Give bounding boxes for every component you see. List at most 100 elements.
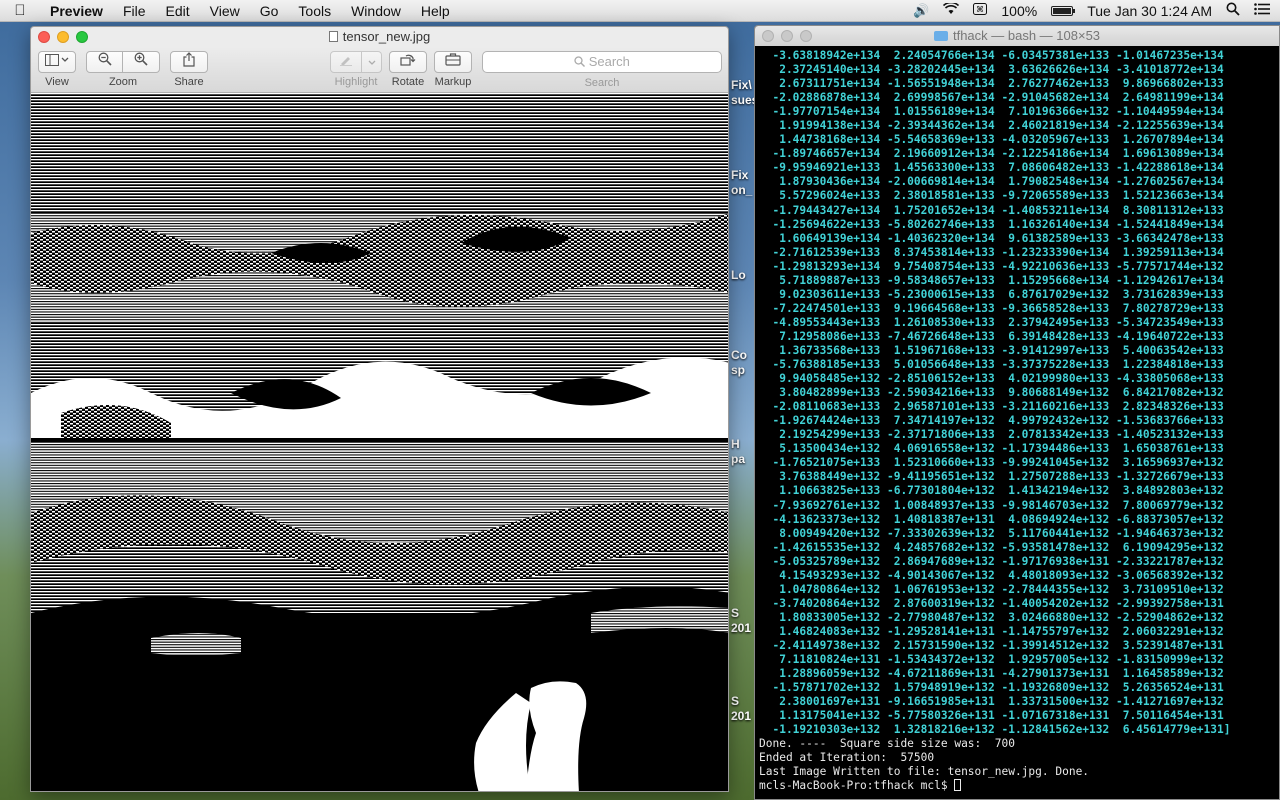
battery-icon[interactable] [1051, 5, 1076, 16]
menu-window[interactable]: Window [341, 0, 411, 22]
view-menu-button[interactable] [38, 51, 76, 73]
minimize-window-button[interactable] [781, 30, 793, 42]
terminal-window-title: tfhack — bash — 108×53 [952, 28, 1101, 43]
close-window-button[interactable] [38, 31, 50, 43]
terminal-output-line: 5.71889887e+133 -9.58348657e+133 1.15295… [759, 273, 1224, 287]
terminal-cursor [954, 779, 962, 792]
terminal-output-line: 5.13500434e+132 4.06916558e+132 -1.17394… [759, 442, 1224, 456]
terminal-output-line: 8.00949420e+132 -7.33302639e+132 5.11760… [759, 526, 1224, 540]
terminal-output-line: 1.28896059e+132 -4.67211869e+131 -4.2790… [759, 667, 1224, 681]
desktop-icon-label[interactable]: H [731, 437, 740, 451]
terminal-output-line: -5.76388185e+133 5.01056648e+133 -3.3737… [759, 358, 1224, 372]
apple-menu-icon[interactable]:  [0, 2, 40, 19]
menu-view[interactable]: View [200, 0, 250, 22]
desktop-icon-label[interactable]: pa [731, 452, 745, 466]
terminal-output-line: 1.91994138e+134 -2.39344362e+134 2.46021… [759, 119, 1224, 133]
terminal-output-line: 2.19254299e+133 -2.37171806e+133 2.07813… [759, 428, 1224, 442]
fullscreen-window-button[interactable] [800, 30, 812, 42]
preview-title-bar[interactable]: tensor_new.jpg [31, 27, 728, 47]
terminal-output-line: -1.97707154e+134 1.01556189e+134 7.10196… [759, 105, 1224, 119]
fullscreen-window-button[interactable] [76, 31, 88, 43]
terminal-output-line: -1.92674424e+133 7.34714197e+132 4.99792… [759, 414, 1224, 428]
terminal-output-line: -2.08110683e+133 2.96587101e+133 -3.2116… [759, 400, 1224, 414]
highlight-options-button[interactable] [362, 51, 382, 73]
desktop-icon-label[interactable]: Fix\ [731, 78, 752, 92]
status-area: 🔊 ⌘ 100% Tue Jan 30 1:24 AM [899, 0, 1280, 22]
terminal-status-line: Done. ---- Square side size was: 700 [759, 737, 1015, 751]
terminal-output-line: -1.25694622e+133 -5.80262746e+133 1.1632… [759, 217, 1224, 231]
preview-window-title: tensor_new.jpg [342, 29, 431, 44]
terminal-output-line: 2.38001697e+131 -9.16651985e+131 1.33731… [759, 695, 1224, 709]
folder-icon [933, 31, 948, 41]
terminal-output-line: 1.46824083e+132 -1.29528141e+131 -1.1475… [759, 624, 1224, 638]
search-placeholder: Search [588, 54, 630, 69]
terminal-output-line: 4.15493293e+132 -4.90143067e+132 4.48018… [759, 568, 1224, 582]
desktop-icon-label[interactable]: S [731, 606, 739, 620]
desktop-icon-label[interactable]: Lo [731, 268, 746, 282]
desktop-icon-label[interactable]: 201 [731, 709, 751, 723]
svg-text:⌘: ⌘ [976, 5, 984, 14]
terminal-output-line: 2.67311751e+134 -1.56551948e+134 2.76277… [759, 77, 1224, 91]
desktop-icon-strip: Fix\ sues Fix on_ Lo Co sp H pa S 201 S … [729, 22, 755, 800]
terminal-title-bar[interactable]: tfhack — bash — 108×53 [755, 26, 1279, 46]
app-menu-preview[interactable]: Preview [40, 0, 113, 22]
share-button[interactable] [170, 51, 208, 73]
terminal-output-line: -4.13623373e+132 1.40818387e+131 4.08694… [759, 512, 1224, 526]
menu-help[interactable]: Help [411, 0, 460, 22]
terminal-prompt: mcls-MacBook-Pro:tfhack mcl$ [759, 779, 955, 793]
terminal-output-line: -7.93692761e+132 1.00848937e+133 -9.9814… [759, 498, 1224, 512]
terminal-status-line: Last Image Written to file: tensor_new.j… [759, 765, 1090, 779]
minimize-window-button[interactable] [57, 31, 69, 43]
tensor-image[interactable] [31, 93, 728, 791]
terminal-output-line: -9.95946921e+133 1.45563300e+133 7.08606… [759, 161, 1224, 175]
spotlight-search-icon[interactable] [1226, 2, 1240, 19]
preview-window: tensor_new.jpg View Zoom Share Highlight… [30, 26, 729, 792]
document-proxy-icon[interactable] [328, 31, 338, 42]
terminal-prompt-line[interactable]: mcls-MacBook-Pro:tfhack mcl$ [759, 779, 1279, 793]
markup-toolbox-button[interactable] [434, 51, 472, 73]
desktop-icon-label[interactable]: Co [731, 348, 747, 362]
menu-tools[interactable]: Tools [288, 0, 341, 22]
highlight-button[interactable] [330, 51, 362, 73]
search-label: Search [584, 77, 620, 89]
terminal-output-line: 9.94058485e+132 -2.85106152e+133 4.02199… [759, 372, 1224, 386]
terminal-output-line: 3.80482899e+133 -2.59034216e+133 9.80688… [759, 386, 1224, 400]
preview-toolbar: View Zoom Share Highlight Rotate Markup … [31, 47, 728, 93]
desktop-icon-label[interactable]: 201 [731, 621, 751, 635]
terminal-output-line: -1.57871702e+132 1.57948919e+132 -1.1932… [759, 681, 1224, 695]
wifi-icon[interactable] [943, 1, 960, 18]
terminal-output-line: 9.02303611e+133 -5.23000615e+133 6.87617… [759, 287, 1224, 301]
desktop-icon-label[interactable]: Fix [731, 168, 748, 182]
view-group: View [38, 51, 76, 88]
menu-go[interactable]: Go [250, 0, 289, 22]
notification-center-icon[interactable] [1254, 3, 1270, 18]
terminal-output-line: 1.13175041e+132 -5.77580326e+131 -1.0716… [759, 709, 1224, 723]
zoom-out-button[interactable] [86, 51, 123, 73]
terminal-output-line: -1.89746657e+134 2.19660912e+134 -2.1225… [759, 147, 1224, 161]
terminal-output[interactable]: -3.63818942e+134 2.24054766e+134 -6.0345… [755, 46, 1279, 793]
menu-edit[interactable]: Edit [156, 0, 200, 22]
terminal-output-line: -2.02886878e+134 2.69998567e+134 -2.9104… [759, 91, 1224, 105]
terminal-output-line: -2.41149738e+132 2.15731590e+132 -1.3991… [759, 638, 1224, 652]
volume-icon[interactable]: 🔊 [913, 3, 929, 19]
close-window-button[interactable] [762, 30, 774, 42]
zoom-in-button[interactable] [123, 51, 160, 73]
rotate-button[interactable] [389, 51, 427, 73]
desktop-icon-label[interactable]: S [731, 694, 739, 708]
terminal-status-line: Ended at Iteration: 57500 [759, 751, 935, 765]
terminal-output-line: -2.71612539e+133 8.37453814e+133 -1.2323… [759, 245, 1224, 259]
terminal-output-line: 1.80833005e+132 -2.77980487e+132 3.02466… [759, 610, 1224, 624]
desktop-icon-label[interactable]: on_ [731, 183, 752, 197]
terminal-output-line: -3.63818942e+134 2.24054766e+134 -6.0345… [759, 49, 1224, 62]
preview-search-field[interactable]: Search [482, 51, 722, 73]
terminal-output-line: 3.76388449e+132 -9.41195651e+132 1.27507… [759, 470, 1224, 484]
highlight-label: Highlight [334, 76, 378, 88]
menu-file[interactable]: File [113, 0, 156, 22]
clock[interactable]: Tue Jan 30 1:24 AM [1087, 3, 1212, 19]
view-label: View [45, 76, 69, 88]
desktop-icon-label[interactable]: sp [731, 363, 745, 377]
keyboard-layout-icon[interactable]: ⌘ [973, 3, 988, 18]
desktop-icon-label[interactable]: sues [731, 93, 755, 107]
zoom-label: Zoom [108, 76, 138, 88]
zoom-group: Zoom [86, 51, 160, 88]
